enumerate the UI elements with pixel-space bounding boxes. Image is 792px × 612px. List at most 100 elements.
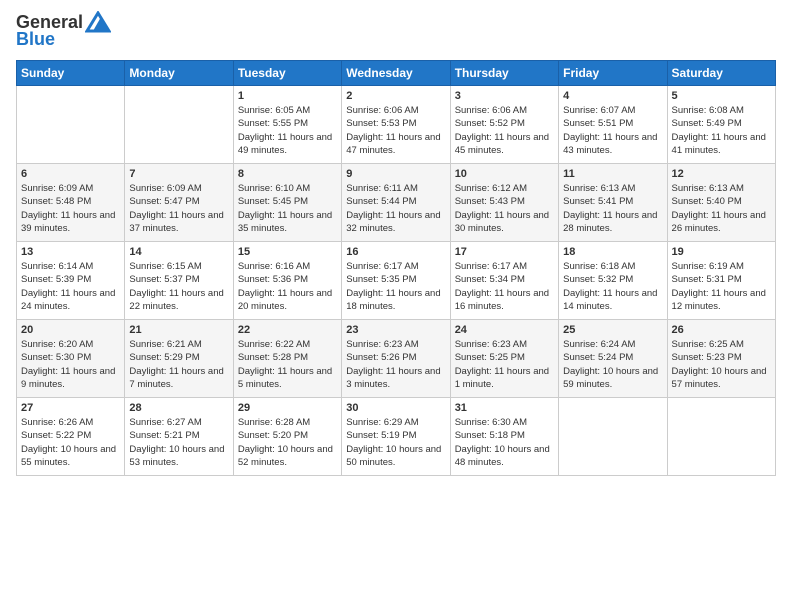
day-info: Sunrise: 6:30 AMSunset: 5:18 PMDaylight:… [455,416,554,469]
logo: General Blue [16,12,111,50]
day-number: 16 [346,246,445,258]
day-header-sunday: Sunday [17,61,125,86]
logo-blue-text: Blue [16,29,55,50]
day-info: Sunrise: 6:28 AMSunset: 5:20 PMDaylight:… [238,416,337,469]
header-row: SundayMondayTuesdayWednesdayThursdayFrid… [17,61,776,86]
week-row-1: 1 Sunrise: 6:05 AMSunset: 5:55 PMDaylight… [17,86,776,164]
day-number: 21 [129,324,228,336]
day-info: Sunrise: 6:06 AMSunset: 5:53 PMDaylight:… [346,104,445,157]
calendar-cell: 2 Sunrise: 6:06 AMSunset: 5:53 PMDaylight… [342,86,450,164]
day-info: Sunrise: 6:15 AMSunset: 5:37 PMDaylight:… [129,260,228,313]
day-info: Sunrise: 6:20 AMSunset: 5:30 PMDaylight:… [21,338,120,391]
calendar-table: SundayMondayTuesdayWednesdayThursdayFrid… [16,60,776,476]
week-row-3: 13 Sunrise: 6:14 AMSunset: 5:39 PMDayligh… [17,242,776,320]
calendar-cell: 30Sunrise: 6:29 AMSunset: 5:19 PMDayligh… [342,398,450,476]
page-container: General Blue SundayMondayTuesdayWednesda… [0,0,792,484]
day-info: Sunrise: 6:06 AMSunset: 5:52 PMDaylight:… [455,104,554,157]
calendar-cell: 13 Sunrise: 6:14 AMSunset: 5:39 PMDayligh… [17,242,125,320]
day-number: 27 [21,402,120,414]
day-number: 4 [563,90,662,102]
day-header-saturday: Saturday [667,61,775,86]
day-number: 28 [129,402,228,414]
calendar-cell: 1 Sunrise: 6:05 AMSunset: 5:55 PMDaylight… [233,86,341,164]
day-number: 17 [455,246,554,258]
day-number: 31 [455,402,554,414]
calendar-cell: 16Sunrise: 6:17 AMSunset: 5:35 PMDayligh… [342,242,450,320]
day-info: Sunrise: 6:26 AMSunset: 5:22 PMDaylight:… [21,416,120,469]
day-info: Sunrise: 6:22 AMSunset: 5:28 PMDaylight:… [238,338,337,391]
day-info: Sunrise: 6:09 AMSunset: 5:48 PMDaylight:… [21,182,120,235]
calendar-cell: 8 Sunrise: 6:10 AMSunset: 5:45 PMDaylight… [233,164,341,242]
day-header-wednesday: Wednesday [342,61,450,86]
day-info: Sunrise: 6:17 AMSunset: 5:34 PMDaylight:… [455,260,554,313]
calendar-cell: 11Sunrise: 6:13 AMSunset: 5:41 PMDayligh… [559,164,667,242]
day-info: Sunrise: 6:23 AMSunset: 5:26 PMDaylight:… [346,338,445,391]
day-number: 13 [21,246,120,258]
day-number: 7 [129,168,228,180]
day-header-thursday: Thursday [450,61,558,86]
week-row-2: 6Sunrise: 6:09 AMSunset: 5:48 PMDaylight… [17,164,776,242]
calendar-cell: 4 Sunrise: 6:07 AMSunset: 5:51 PMDaylight… [559,86,667,164]
calendar-cell [667,398,775,476]
calendar-cell [17,86,125,164]
day-info: Sunrise: 6:25 AMSunset: 5:23 PMDaylight:… [672,338,771,391]
day-number: 8 [238,168,337,180]
day-number: 20 [21,324,120,336]
day-header-tuesday: Tuesday [233,61,341,86]
calendar-cell: 3Sunrise: 6:06 AMSunset: 5:52 PMDaylight… [450,86,558,164]
day-number: 5 [672,90,771,102]
calendar-cell: 10 Sunrise: 6:12 AMSunset: 5:43 PMDayligh… [450,164,558,242]
day-info: Sunrise: 6:08 AMSunset: 5:49 PMDaylight:… [672,104,771,157]
day-number: 10 [455,168,554,180]
day-number: 18 [563,246,662,258]
calendar-cell: 7 Sunrise: 6:09 AMSunset: 5:47 PMDaylight… [125,164,233,242]
day-header-monday: Monday [125,61,233,86]
day-number: 30 [346,402,445,414]
day-number: 14 [129,246,228,258]
day-number: 9 [346,168,445,180]
day-number: 23 [346,324,445,336]
day-info: Sunrise: 6:07 AMSunset: 5:51 PMDaylight:… [563,104,662,157]
day-info: Sunrise: 6:19 AMSunset: 5:31 PMDaylight:… [672,260,771,313]
day-info: Sunrise: 6:11 AMSunset: 5:44 PMDaylight:… [346,182,445,235]
calendar-cell: 20 Sunrise: 6:20 AMSunset: 5:30 PMDayligh… [17,320,125,398]
day-info: Sunrise: 6:14 AMSunset: 5:39 PMDaylight:… [21,260,120,313]
day-number: 2 [346,90,445,102]
week-row-4: 20 Sunrise: 6:20 AMSunset: 5:30 PMDayligh… [17,320,776,398]
day-info: Sunrise: 6:16 AMSunset: 5:36 PMDaylight:… [238,260,337,313]
calendar-cell: 22 Sunrise: 6:22 AMSunset: 5:28 PMDayligh… [233,320,341,398]
logo-icon [85,11,111,33]
day-info: Sunrise: 6:09 AMSunset: 5:47 PMDaylight:… [129,182,228,235]
calendar-cell: 24Sunrise: 6:23 AMSunset: 5:25 PMDayligh… [450,320,558,398]
calendar-cell: 28 Sunrise: 6:27 AMSunset: 5:21 PMDayligh… [125,398,233,476]
day-number: 29 [238,402,337,414]
day-number: 1 [238,90,337,102]
header: General Blue [16,12,776,50]
day-info: Sunrise: 6:18 AMSunset: 5:32 PMDaylight:… [563,260,662,313]
day-info: Sunrise: 6:05 AMSunset: 5:55 PMDaylight:… [238,104,337,157]
day-number: 22 [238,324,337,336]
day-info: Sunrise: 6:13 AMSunset: 5:40 PMDaylight:… [672,182,771,235]
calendar-cell: 23 Sunrise: 6:23 AMSunset: 5:26 PMDayligh… [342,320,450,398]
calendar-cell: 19 Sunrise: 6:19 AMSunset: 5:31 PMDayligh… [667,242,775,320]
calendar-cell: 17 Sunrise: 6:17 AMSunset: 5:34 PMDayligh… [450,242,558,320]
day-info: Sunrise: 6:21 AMSunset: 5:29 PMDaylight:… [129,338,228,391]
calendar-cell: 14 Sunrise: 6:15 AMSunset: 5:37 PMDayligh… [125,242,233,320]
day-number: 19 [672,246,771,258]
calendar-cell: 25Sunrise: 6:24 AMSunset: 5:24 PMDayligh… [559,320,667,398]
calendar-cell [125,86,233,164]
day-info: Sunrise: 6:24 AMSunset: 5:24 PMDaylight:… [563,338,662,391]
day-info: Sunrise: 6:10 AMSunset: 5:45 PMDaylight:… [238,182,337,235]
day-info: Sunrise: 6:27 AMSunset: 5:21 PMDaylight:… [129,416,228,469]
calendar-cell: 12Sunrise: 6:13 AMSunset: 5:40 PMDayligh… [667,164,775,242]
day-info: Sunrise: 6:12 AMSunset: 5:43 PMDaylight:… [455,182,554,235]
calendar-cell: 5 Sunrise: 6:08 AMSunset: 5:49 PMDaylight… [667,86,775,164]
day-header-friday: Friday [559,61,667,86]
week-row-5: 27 Sunrise: 6:26 AMSunset: 5:22 PMDayligh… [17,398,776,476]
day-info: Sunrise: 6:23 AMSunset: 5:25 PMDaylight:… [455,338,554,391]
day-number: 15 [238,246,337,258]
calendar-cell: 29 Sunrise: 6:28 AMSunset: 5:20 PMDayligh… [233,398,341,476]
calendar-cell: 9 Sunrise: 6:11 AMSunset: 5:44 PMDaylight… [342,164,450,242]
calendar-cell: 31 Sunrise: 6:30 AMSunset: 5:18 PMDayligh… [450,398,558,476]
calendar-cell: 18 Sunrise: 6:18 AMSunset: 5:32 PMDayligh… [559,242,667,320]
